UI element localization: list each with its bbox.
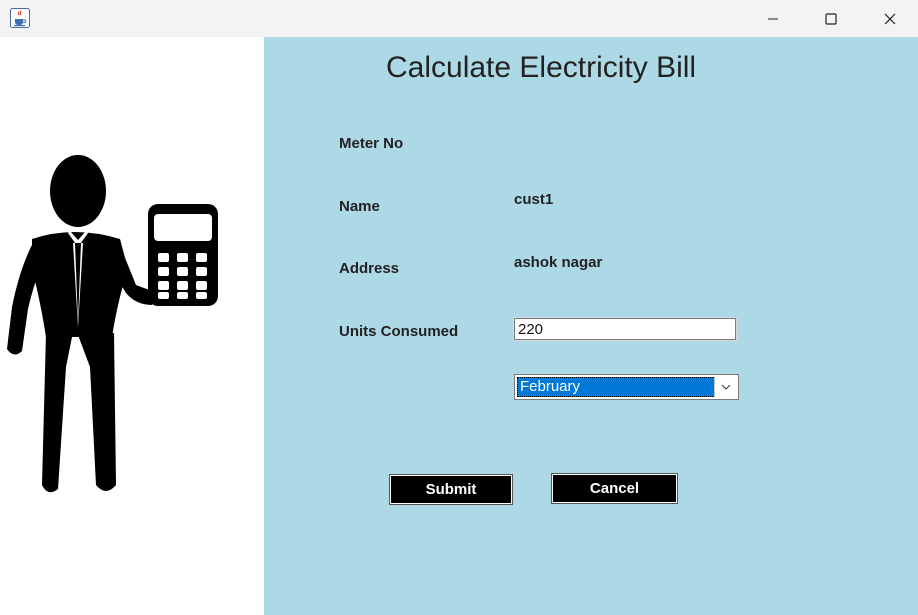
close-button[interactable] (867, 0, 913, 37)
address-label: Address (339, 260, 400, 277)
units-consumed-label: Units Consumed (339, 323, 459, 340)
month-select[interactable]: February (514, 374, 739, 400)
month-selected-value: February (517, 377, 715, 397)
meter-no-label: Meter No (339, 135, 404, 152)
title-bar (0, 0, 918, 37)
illustration-panel (2, 37, 264, 615)
page-title: Calculate Electricity Bill (386, 51, 697, 84)
address-value: ashok nagar (514, 254, 603, 271)
man-with-calculator-icon (7, 155, 218, 493)
submit-button[interactable]: Submit (389, 474, 513, 505)
bill-form-panel: Calculate Electricity Bill Meter No Name… (264, 37, 918, 615)
chevron-down-icon[interactable] (714, 376, 737, 398)
minimize-button[interactable] (750, 0, 796, 37)
name-value: cust1 (514, 191, 554, 208)
close-icon (884, 13, 896, 24)
maximize-icon (825, 12, 837, 25)
name-label: Name (339, 198, 380, 215)
units-consumed-input[interactable] (513, 317, 737, 341)
cancel-button[interactable]: Cancel (551, 473, 678, 504)
maximize-button[interactable] (808, 0, 854, 37)
minimize-icon (768, 18, 778, 19)
java-coffee-cup-icon[interactable] (10, 8, 30, 28)
